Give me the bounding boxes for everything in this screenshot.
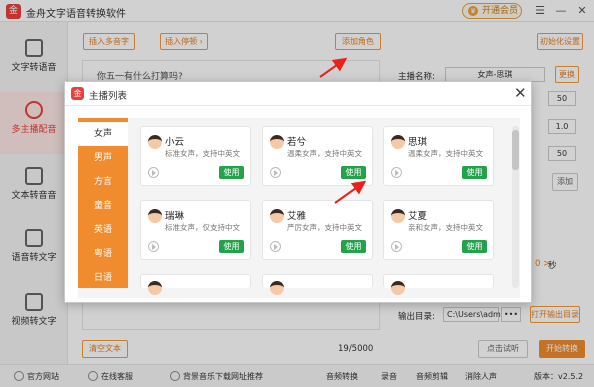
arrow-to-add-role: [319, 57, 348, 78]
arrow-to-use-button: [334, 180, 367, 204]
annotation-arrows: [319, 57, 367, 204]
